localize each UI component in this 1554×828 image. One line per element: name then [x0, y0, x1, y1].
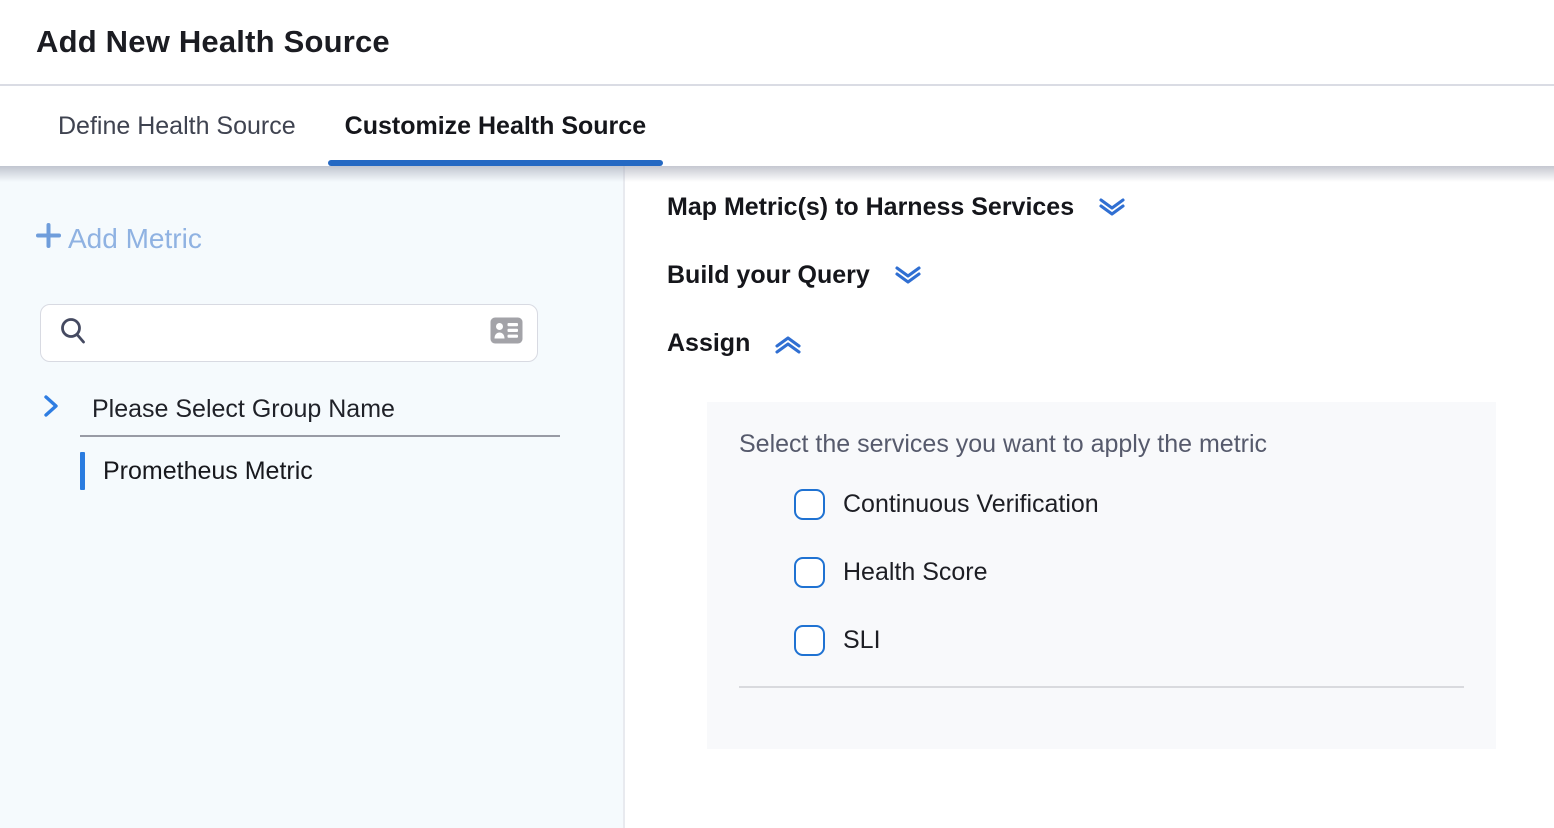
metric-item-prometheus[interactable]: Prometheus Metric: [80, 452, 313, 490]
group-name-label: Please Select Group Name: [92, 395, 395, 424]
assign-prompt: Select the services you want to apply th…: [739, 430, 1267, 459]
chevron-down-icon[interactable]: [1096, 197, 1128, 219]
assign-panel: Select the services you want to apply th…: [707, 402, 1496, 749]
metrics-sidebar: Add Metric: [0, 166, 625, 828]
option-label: Health Score: [825, 558, 988, 587]
section-build-your-query[interactable]: Build your Query: [667, 261, 924, 290]
chevron-down-icon[interactable]: [892, 265, 924, 287]
chevron-up-icon[interactable]: [772, 333, 804, 355]
add-metric-button[interactable]: Add Metric: [33, 220, 202, 258]
section-assign[interactable]: Assign: [667, 329, 804, 358]
page-header: Add New Health Source: [0, 0, 1554, 86]
metric-search-box: [40, 304, 538, 362]
option-label: SLI: [825, 626, 881, 655]
contact-card-icon[interactable]: [490, 317, 523, 349]
tab-customize-health-source[interactable]: Customize Health Source: [345, 86, 646, 166]
section-label: Assign: [667, 329, 750, 358]
group-name-row[interactable]: Please Select Group Name: [40, 392, 395, 427]
chevron-right-icon[interactable]: [40, 392, 62, 427]
section-label: Map Metric(s) to Harness Services: [667, 193, 1074, 222]
section-map-metrics-to-harness-services[interactable]: Map Metric(s) to Harness Services: [667, 193, 1128, 222]
option-continuous-verification[interactable]: Continuous Verification: [794, 488, 1099, 520]
group-divider: [80, 435, 560, 437]
search-input[interactable]: [97, 320, 480, 347]
app-window: Add New Health Source Define Health Sour…: [0, 0, 1554, 828]
checkbox-sli[interactable]: [794, 625, 825, 656]
option-health-score[interactable]: Health Score: [794, 556, 1099, 588]
metric-item-label: Prometheus Metric: [85, 457, 313, 486]
option-sli[interactable]: SLI: [794, 624, 1099, 656]
page-title: Add New Health Source: [36, 24, 390, 60]
customize-health-source-panel: Map Metric(s) to Harness Services Build …: [625, 166, 1554, 828]
option-label: Continuous Verification: [825, 490, 1099, 519]
content-area: Add Metric: [0, 166, 1554, 828]
checkbox-continuous-verification[interactable]: [794, 489, 825, 520]
panel-divider: [739, 686, 1464, 688]
checkbox-health-score[interactable]: [794, 557, 825, 588]
plus-icon: [33, 220, 64, 258]
assign-options: Continuous Verification Health Score SLI: [794, 488, 1099, 692]
add-metric-label: Add Metric: [68, 223, 202, 255]
tab-bar: Define Health Source Customize Health So…: [0, 86, 1554, 166]
tab-define-health-source[interactable]: Define Health Source: [58, 86, 296, 166]
search-icon: [59, 316, 87, 351]
section-label: Build your Query: [667, 261, 870, 290]
